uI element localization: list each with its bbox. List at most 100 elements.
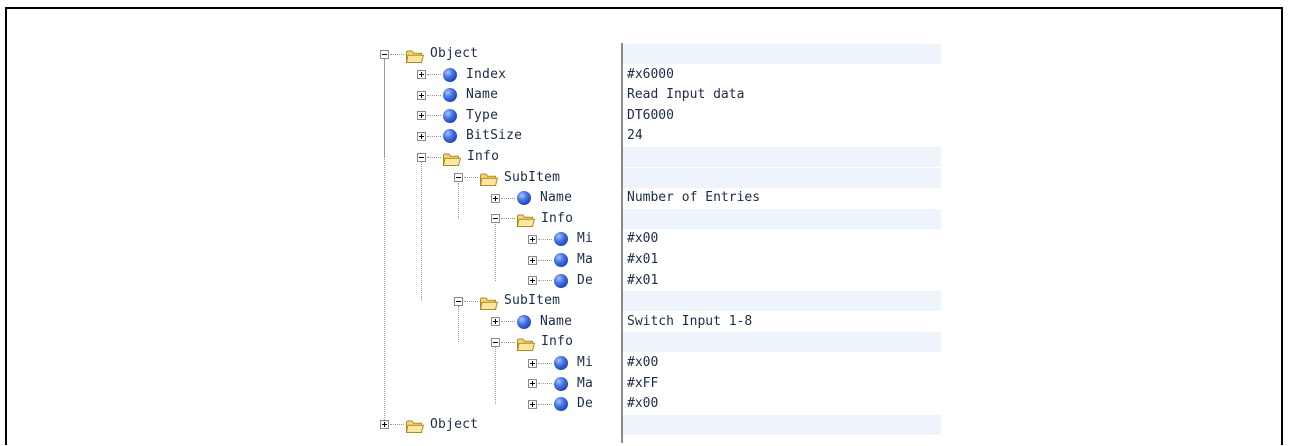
tree-node-value[interactable]	[623, 44, 941, 64]
tree-node[interactable]: Index	[417, 65, 506, 85]
tree-row[interactable]: Mi #x00	[380, 229, 940, 249]
tree-row[interactable]: BitSize 24	[380, 126, 940, 146]
tree-row[interactable]: Object	[380, 44, 941, 64]
tree-connector-dots	[427, 156, 441, 158]
tree-node-value[interactable]	[623, 147, 941, 167]
property-ball-icon	[554, 232, 568, 247]
tree-row[interactable]: Ma #xFF	[380, 374, 940, 394]
tree-node-value[interactable]: #x00	[623, 353, 941, 373]
tree-node-value[interactable]: #x00	[623, 229, 941, 249]
tree-row[interactable]: De #x00	[380, 394, 940, 414]
tree-node-value[interactable]: #xFF	[623, 374, 941, 394]
tree-row[interactable]: De #x01	[380, 271, 940, 291]
tree-row[interactable]: Object	[380, 414, 941, 435]
expand-icon[interactable]	[417, 70, 426, 80]
tree-node[interactable]: Info	[491, 332, 573, 352]
tree-node-value[interactable]: Read Input data	[623, 85, 941, 105]
tree-node[interactable]: SubItem	[454, 291, 560, 311]
tree-node-value[interactable]	[623, 332, 941, 353]
tree-node-value[interactable]	[623, 167, 941, 188]
tree-row[interactable]: Info	[380, 208, 941, 229]
tree-node[interactable]: Type	[417, 106, 498, 126]
folder-icon	[479, 171, 499, 187]
tree-connector-dots	[538, 362, 552, 364]
tree-row[interactable]: Info	[380, 332, 941, 353]
tree-node[interactable]: SubItem	[454, 168, 560, 188]
tree-node[interactable]: Object	[380, 44, 478, 64]
tree-node-label: Name	[540, 190, 573, 206]
property-ball-icon	[443, 129, 457, 144]
tree-node[interactable]: Info	[417, 147, 499, 167]
expand-icon[interactable]	[491, 317, 500, 327]
tree-node-value[interactable]: #x01	[623, 250, 941, 270]
tree-connector-dots	[390, 53, 404, 55]
tree-node-label: Object	[430, 46, 479, 61]
tree-node[interactable]: Ma	[528, 374, 593, 394]
tree-node-value[interactable]: #x00	[623, 394, 941, 414]
tree-node-value[interactable]: #x6000	[623, 65, 941, 85]
tree-row[interactable]: Name Switch Input 1-8	[380, 312, 940, 332]
expand-icon[interactable]	[528, 358, 537, 368]
expand-icon[interactable]	[417, 90, 426, 100]
tree-node[interactable]: Ma	[528, 250, 593, 270]
tree-row[interactable]: SubItem	[380, 167, 941, 188]
tree-node[interactable]: De	[528, 394, 593, 414]
tree-node-value[interactable]: Number of Entries	[623, 188, 941, 208]
expand-icon[interactable]	[528, 399, 537, 409]
tree-node-label: Object	[430, 416, 479, 432]
tree-row[interactable]: Mi #x00	[380, 353, 940, 373]
column-divider[interactable]	[621, 43, 623, 443]
property-ball-icon	[554, 253, 568, 267]
tree-node[interactable]: Mi	[528, 229, 593, 249]
tree-node[interactable]: Name	[491, 312, 572, 332]
tree-node[interactable]: BitSize	[417, 126, 522, 146]
tree-node-label: Ma	[577, 252, 594, 267]
property-ball-icon	[554, 376, 568, 391]
expand-icon[interactable]	[380, 420, 389, 430]
tree-node-value[interactable]	[623, 291, 941, 312]
tree-node-value[interactable]	[623, 208, 941, 229]
collapse-icon[interactable]	[417, 152, 426, 162]
tree-node[interactable]: De	[528, 271, 593, 291]
expand-icon[interactable]	[528, 255, 537, 265]
tree-row[interactable]: Info	[380, 147, 941, 167]
collapse-icon[interactable]	[454, 173, 463, 183]
expand-icon[interactable]	[417, 131, 426, 141]
tree-node[interactable]: Mi	[528, 353, 593, 373]
property-ball-icon	[517, 191, 531, 206]
tree-node-value[interactable]: Switch Input 1-8	[623, 312, 941, 332]
expand-icon[interactable]	[417, 111, 426, 121]
collapse-icon[interactable]	[454, 296, 463, 306]
tree-node-value[interactable]	[623, 414, 941, 435]
tree-node-value[interactable]: DT6000	[623, 106, 941, 126]
collapse-icon[interactable]	[380, 49, 389, 59]
tree-node[interactable]: Object	[380, 415, 478, 435]
tree-connector-dots	[538, 280, 552, 282]
folder-icon	[442, 151, 462, 166]
tree-row[interactable]: Type DT6000	[380, 106, 940, 126]
collapse-icon[interactable]	[491, 337, 500, 347]
tree-connector-dots	[427, 94, 441, 96]
expand-icon[interactable]	[528, 234, 537, 244]
tree-node[interactable]: Info	[491, 209, 573, 229]
expand-icon[interactable]	[491, 193, 500, 203]
tree-node[interactable]: Name	[491, 188, 572, 208]
tree-node[interactable]: Name	[417, 85, 498, 105]
tree-view: Object Index #x6000 Name Read Input data Type…	[0, 0, 1290, 446]
tree-node-value[interactable]: #x01	[623, 271, 941, 291]
tree-row[interactable]: Index #x6000	[380, 65, 940, 85]
expand-icon[interactable]	[528, 379, 537, 389]
tree-node-value[interactable]: 24	[623, 126, 941, 146]
tree-row[interactable]: Name Number of Entries	[380, 188, 940, 208]
tree-row[interactable]: Name Read Input data	[380, 85, 940, 105]
expand-icon[interactable]	[528, 276, 537, 286]
tree-connector-dots	[464, 300, 478, 302]
tree-node-label: Mi	[577, 355, 594, 370]
tree-row[interactable]: Ma #x01	[380, 250, 940, 270]
tree-row[interactable]: SubItem	[380, 291, 941, 312]
folder-icon	[516, 336, 536, 351]
collapse-icon[interactable]	[491, 214, 500, 224]
tree-connector-dots	[427, 115, 441, 117]
tree-connector-dots	[501, 218, 515, 220]
tree-node-label: Index	[466, 66, 507, 82]
